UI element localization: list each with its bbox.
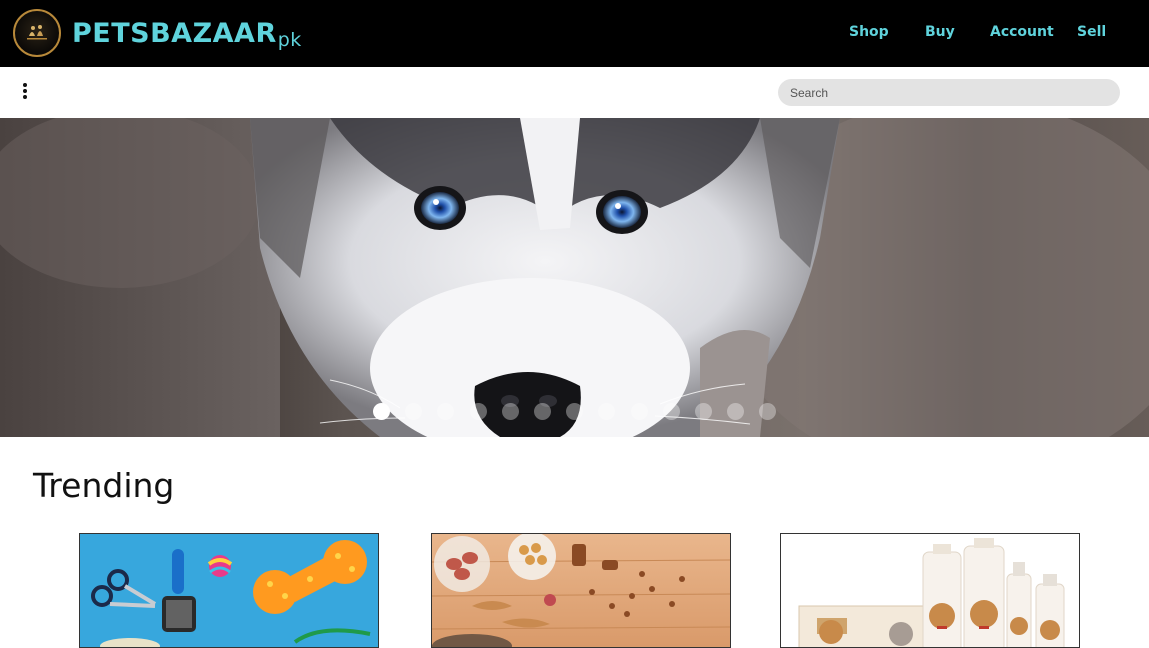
nav-sell[interactable]: Sell xyxy=(1077,24,1106,40)
nav-buy[interactable]: Buy xyxy=(925,24,955,40)
carousel-dot-7[interactable] xyxy=(566,403,583,420)
brand-name[interactable]: PETSBAZAARpk xyxy=(72,16,302,52)
trending-card-1[interactable] xyxy=(79,533,379,648)
carousel-dot-8[interactable] xyxy=(598,403,615,420)
carousel-dot-4[interactable] xyxy=(470,403,487,420)
carousel-dot-12[interactable] xyxy=(727,403,744,420)
carousel-dot-9[interactable] xyxy=(631,403,648,420)
carousel-dot-3[interactable] xyxy=(437,403,454,420)
carousel-dot-1[interactable] xyxy=(373,403,390,420)
secondary-toolbar xyxy=(0,67,1149,118)
carousel-dot-5[interactable] xyxy=(502,403,519,420)
carousel-dot-13[interactable] xyxy=(759,403,776,420)
husky-dog-photo xyxy=(0,118,1149,437)
kebab-menu-icon[interactable] xyxy=(18,82,32,102)
hero-carousel[interactable] xyxy=(0,118,1149,437)
top-navbar: PETSBAZAARpk Shop Buy Account Sell xyxy=(0,0,1149,67)
brand-main-text: PETSBAZAAR xyxy=(72,18,277,49)
pets-logo-icon xyxy=(27,25,47,40)
nav-account[interactable]: Account xyxy=(990,24,1054,40)
brand-logo[interactable] xyxy=(13,9,61,57)
pet-grooming-tools-photo xyxy=(91,540,371,647)
pet-treats-photo xyxy=(432,534,730,647)
pet-shampoo-products-photo xyxy=(798,538,1065,647)
trending-title: Trending xyxy=(33,466,175,505)
carousel-dot-6[interactable] xyxy=(534,403,551,420)
brand-suffix-text: pk xyxy=(277,29,302,51)
carousel-dot-11[interactable] xyxy=(695,403,712,420)
nav-shop[interactable]: Shop xyxy=(849,24,889,40)
carousel-dot-2[interactable] xyxy=(405,403,422,420)
trending-card-2[interactable] xyxy=(431,533,731,648)
carousel-dot-10[interactable] xyxy=(663,403,680,420)
search-input[interactable] xyxy=(778,79,1120,106)
trending-card-3[interactable] xyxy=(780,533,1080,648)
